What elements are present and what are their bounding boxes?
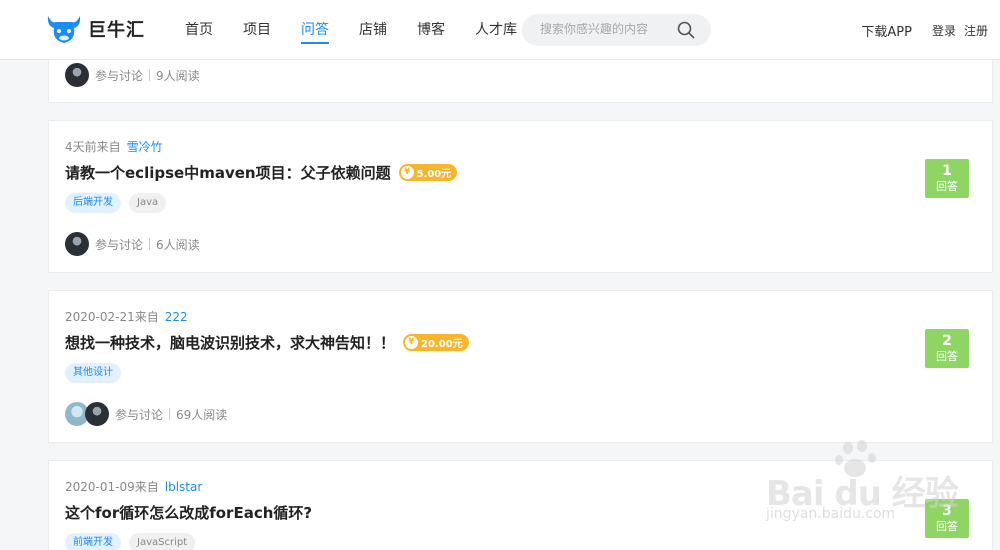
nav-talent[interactable]: 人才库 bbox=[475, 0, 517, 60]
reward-badge: ¥ 5.00元 bbox=[398, 164, 458, 181]
avatar[interactable] bbox=[65, 63, 89, 87]
bull-logo-icon bbox=[47, 16, 81, 43]
read-count: 6人阅读 bbox=[156, 237, 200, 252]
question-title-text[interactable]: 这个for循环怎么改成forEach循环? bbox=[65, 502, 312, 523]
author-link[interactable]: lblstar bbox=[165, 480, 203, 494]
divider bbox=[149, 238, 151, 250]
tag[interactable]: 后端开发 bbox=[65, 193, 121, 213]
question-title-text[interactable]: 想找一种技术，脑电波识别技术，求大神告知！！ bbox=[65, 332, 395, 353]
tag[interactable]: 其他设计 bbox=[65, 363, 121, 383]
answer-count-box[interactable]: 1 回答 bbox=[925, 159, 969, 198]
register-link[interactable]: 注册 bbox=[964, 22, 988, 39]
card-footer: 参与讨论 6人阅读 bbox=[65, 232, 200, 256]
post-time: 2020-01-09来自 bbox=[65, 480, 159, 494]
read-count: 9人阅读 bbox=[156, 68, 200, 83]
search-box bbox=[522, 14, 711, 46]
download-app-link[interactable]: 下载APP bbox=[861, 21, 912, 40]
answer-count: 3 bbox=[942, 503, 952, 519]
discuss-label: 参与讨论 bbox=[95, 237, 144, 252]
post-meta: 4天前来自 雪冷竹 bbox=[65, 138, 163, 155]
nav-projects[interactable]: 项目 bbox=[243, 0, 271, 60]
tag-list: 后端开发 Java bbox=[65, 193, 174, 213]
answer-label: 回答 bbox=[936, 350, 958, 363]
question-card[interactable]: 2020-01-09来自 lblstar 这个for循环怎么改成forEach循环… bbox=[48, 460, 993, 550]
search-input[interactable] bbox=[540, 22, 670, 36]
answer-count-box[interactable]: 2 回答 bbox=[925, 329, 969, 368]
answer-label: 回答 bbox=[936, 520, 958, 533]
question-title-text[interactable]: 请教一个eclipse中maven项目：父子依赖问题 bbox=[65, 162, 391, 183]
site-logo[interactable]: 巨牛汇 bbox=[46, 12, 145, 46]
question-card[interactable]: 2020-02-21来自 222 想找一种技术，脑电波识别技术，求大神告知！！ ¥… bbox=[48, 290, 993, 443]
reward-badge: ¥ 20.00元 bbox=[403, 334, 469, 351]
answer-count-box[interactable]: 3 回答 bbox=[925, 499, 969, 538]
avatar[interactable] bbox=[85, 402, 109, 426]
header-right-links: 下载APP 登录 注册 bbox=[861, 0, 988, 60]
discuss-label: 参与讨论 bbox=[95, 68, 144, 83]
tag[interactable]: JavaScript bbox=[129, 533, 196, 550]
divider bbox=[149, 69, 151, 81]
post-meta: 2020-02-21来自 222 bbox=[65, 308, 188, 325]
nav-shops[interactable]: 店铺 bbox=[359, 0, 387, 60]
author-link[interactable]: 雪冷竹 bbox=[127, 140, 163, 154]
card-footer: 参与讨论 69人阅读 bbox=[65, 402, 227, 426]
avatar[interactable] bbox=[65, 232, 89, 256]
card-footer: 参与讨论 9人阅读 bbox=[65, 63, 200, 87]
tag-list: 前端开发 JavaScript bbox=[65, 533, 203, 550]
reward-amount: 5.00元 bbox=[416, 169, 452, 180]
answer-count: 1 bbox=[942, 163, 952, 179]
question-card[interactable]: 4天前来自 雪冷竹 请教一个eclipse中maven项目：父子依赖问题 ¥ 5.… bbox=[48, 120, 993, 273]
question-title[interactable]: 这个for循环怎么改成forEach循环? bbox=[65, 502, 312, 523]
search-icon[interactable] bbox=[677, 21, 695, 39]
logo-text: 巨牛汇 bbox=[88, 20, 145, 41]
answer-count: 2 bbox=[942, 333, 952, 349]
divider bbox=[169, 408, 171, 420]
main-nav: 首页 项目 问答 店铺 博客 人才库 bbox=[185, 0, 547, 60]
tag[interactable]: Java bbox=[129, 193, 167, 213]
tag-list: 其他设计 bbox=[65, 363, 129, 383]
yen-coin-icon: ¥ bbox=[400, 166, 414, 179]
read-count: 69人阅读 bbox=[176, 407, 228, 422]
post-meta: 2020-01-09来自 lblstar bbox=[65, 478, 202, 495]
post-time: 2020-02-21来自 bbox=[65, 310, 159, 324]
question-title[interactable]: 想找一种技术，脑电波识别技术，求大神告知！！ ¥ 20.00元 bbox=[65, 332, 469, 353]
nav-home[interactable]: 首页 bbox=[185, 0, 213, 60]
answer-label: 回答 bbox=[936, 180, 958, 193]
tag[interactable]: 前端开发 bbox=[65, 533, 121, 550]
post-time: 4天前来自 bbox=[65, 140, 121, 154]
discuss-label: 参与讨论 bbox=[115, 407, 164, 422]
reward-amount: 20.00元 bbox=[421, 339, 463, 350]
nav-blog[interactable]: 博客 bbox=[417, 0, 445, 60]
top-header: 巨牛汇 首页 项目 问答 店铺 博客 人才库 下载APP 登录 注册 bbox=[0, 0, 1000, 60]
question-title[interactable]: 请教一个eclipse中maven项目：父子依赖问题 ¥ 5.00元 bbox=[65, 162, 458, 183]
author-link[interactable]: 222 bbox=[165, 310, 188, 324]
yen-coin-icon: ¥ bbox=[405, 336, 419, 349]
nav-qa[interactable]: 问答 bbox=[301, 0, 329, 60]
login-link[interactable]: 登录 bbox=[932, 22, 956, 39]
